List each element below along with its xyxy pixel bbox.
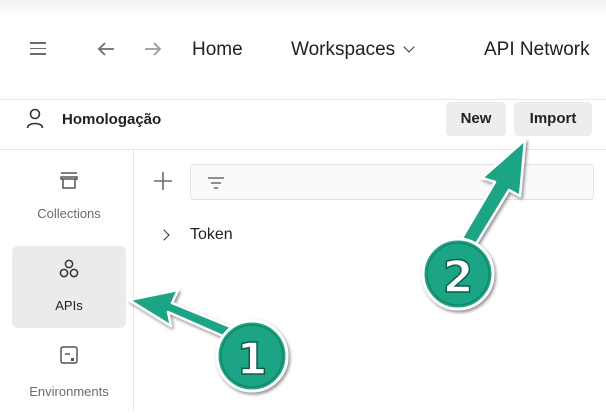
top-shadow <box>0 0 606 18</box>
sidebar-item-environments[interactable]: Environments <box>12 334 126 416</box>
nav-home[interactable]: Home <box>192 38 243 62</box>
step-badge-2-label: 2 <box>443 252 474 303</box>
nav-workspaces[interactable]: Workspaces <box>291 38 415 62</box>
chevron-down-icon <box>403 41 415 53</box>
step-badge-1-label: 1 <box>237 334 268 385</box>
workspace-name: Homologação <box>62 111 162 128</box>
back-arrow-icon[interactable] <box>96 40 116 58</box>
sidebar-item-label: APIs <box>55 298 83 313</box>
environments-icon <box>60 346 78 364</box>
collections-icon <box>60 172 78 189</box>
filter-icon[interactable] <box>207 176 225 190</box>
filter-search-input[interactable] <box>190 164 594 200</box>
menu-icon[interactable] <box>30 42 46 56</box>
apis-icon <box>59 259 79 278</box>
step-badge-1 <box>215 319 289 393</box>
sidebar-item-apis[interactable]: APIs <box>12 246 126 328</box>
chevron-right-icon[interactable] <box>158 229 170 241</box>
step-badge-2 <box>421 237 495 311</box>
sidebar-item-collections[interactable]: Collections <box>12 162 126 244</box>
nav-home-label: Home <box>192 39 243 60</box>
nav-api-network-label: API Network <box>484 39 590 60</box>
new-button[interactable]: New <box>446 102 506 136</box>
add-icon[interactable] <box>152 170 174 192</box>
sidebar-item-label: Collections <box>37 206 101 221</box>
annotation-arrow-1 <box>127 288 240 342</box>
import-button[interactable]: Import <box>514 102 592 136</box>
nav-workspaces-label: Workspaces <box>291 39 396 60</box>
forward-arrow-icon[interactable] <box>143 40 163 58</box>
tree-item-label: Token <box>190 226 233 243</box>
sidebar-item-label: Environments <box>29 384 109 399</box>
nav-api-network[interactable]: API Network <box>484 38 606 62</box>
user-icon <box>26 108 44 129</box>
